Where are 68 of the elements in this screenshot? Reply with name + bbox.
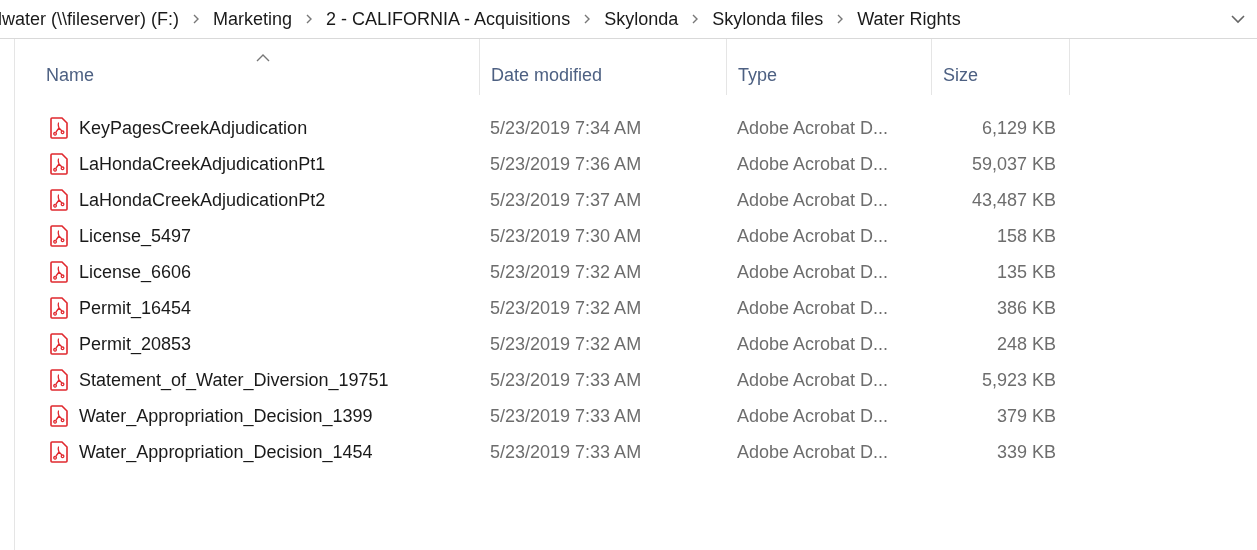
type-cell-text: Adobe Acrobat D...	[736, 296, 890, 320]
type-cell-text: Adobe Acrobat D...	[736, 224, 890, 248]
size-cell-text: 5,923 KB	[980, 368, 1056, 392]
size-cell-text: 135 KB	[995, 260, 1056, 284]
size-cell-text: 6,129 KB	[980, 116, 1056, 140]
file-name[interactable]: License_5497	[79, 222, 192, 250]
breadcrumb-item[interactable]: Skylonda	[604, 5, 679, 33]
pdf-file-icon	[50, 117, 68, 139]
breadcrumb-item[interactable]: Marketing	[213, 5, 293, 33]
file-name[interactable]: LaHondaCreekAdjudicationPt1	[79, 150, 326, 178]
dropdown-icon[interactable]	[1231, 14, 1245, 24]
date-cell-text: 5/23/2019 7:36 AM	[489, 152, 643, 176]
date-cell-text: 5/23/2019 7:33 AM	[489, 404, 643, 428]
chevron-right-icon	[836, 14, 845, 24]
date-cell-text: 5/23/2019 7:33 AM	[489, 440, 643, 464]
date-cell-text: 5/23/2019 7:37 AM	[489, 188, 643, 212]
type-cell-text: Adobe Acrobat D...	[736, 368, 890, 392]
pdf-file-icon	[50, 225, 68, 247]
chevron-right-icon	[691, 14, 700, 24]
type-cell-text: Adobe Acrobat D...	[736, 404, 890, 428]
date-cell-text: 5/23/2019 7:32 AM	[489, 332, 643, 356]
type-cell-text: Adobe Acrobat D...	[736, 188, 890, 212]
pdf-file-icon	[50, 405, 68, 427]
file-name[interactable]: Water_Appropriation_Decision_1399	[79, 402, 373, 430]
date-cell-text: 5/23/2019 7:32 AM	[489, 260, 643, 284]
column-header[interactable]: Date modified	[480, 39, 727, 95]
chevron-right-icon	[192, 14, 200, 24]
chevron-right-icon	[583, 14, 592, 24]
breadcrumb-item[interactable]: lwater (\\fileserver) (F:)	[0, 5, 179, 33]
address-bar[interactable]: lwater (\\fileserver) (F:) Marketing 2 - CALIFORNIA - Acquisitions Skylonda Skylonda files Water Rights	[0, 0, 1257, 39]
type-cell-text: Adobe Acrobat D...	[736, 152, 890, 176]
breadcrumb-item[interactable]: Skylonda files	[712, 5, 824, 33]
file-name[interactable]: Permit_20853	[79, 330, 192, 358]
column-header[interactable]: Size	[932, 39, 1070, 95]
type-cell-text: Adobe Acrobat D...	[736, 440, 890, 464]
column-header[interactable]: Name	[46, 39, 480, 95]
sort-up-icon	[255, 54, 270, 62]
pdf-file-icon	[50, 441, 68, 463]
size-cell-text: 379 KB	[995, 404, 1056, 428]
date-cell-text: 5/23/2019 7:34 AM	[489, 116, 643, 140]
breadcrumb-item[interactable]: 2 - CALIFORNIA - Acquisitions	[326, 5, 571, 33]
size-cell-text: 339 KB	[995, 440, 1056, 464]
column-header[interactable]: Type	[727, 39, 932, 95]
file-name[interactable]: Water_Appropriation_Decision_1454	[79, 438, 373, 466]
pdf-file-icon	[50, 369, 68, 391]
pdf-file-icon	[50, 189, 68, 211]
size-cell-text: 386 KB	[995, 296, 1056, 320]
type-cell-text: Adobe Acrobat D...	[736, 116, 890, 140]
size-cell-text: 59,037 KB	[970, 152, 1056, 176]
file-name[interactable]: LaHondaCreekAdjudicationPt2	[79, 186, 326, 214]
pdf-file-icon	[50, 153, 68, 175]
breadcrumb-item[interactable]: Water Rights	[857, 5, 961, 33]
pdf-file-icon	[50, 261, 68, 283]
type-cell-text: Adobe Acrobat D...	[736, 332, 890, 356]
file-name[interactable]: Statement_of_Water_Diversion_19751	[79, 366, 389, 394]
size-cell-text: 43,487 KB	[970, 188, 1056, 212]
file-name[interactable]: KeyPagesCreekAdjudication	[79, 114, 308, 142]
file-name[interactable]: License_6606	[79, 258, 192, 286]
chevron-right-icon	[305, 14, 314, 24]
file-name[interactable]: Permit_16454	[79, 294, 192, 322]
pdf-file-icon	[50, 297, 68, 319]
size-cell-text: 248 KB	[995, 332, 1056, 356]
date-cell-text: 5/23/2019 7:33 AM	[489, 368, 643, 392]
pdf-file-icon	[50, 333, 68, 355]
date-cell-text: 5/23/2019 7:32 AM	[489, 296, 643, 320]
type-cell-text: Adobe Acrobat D...	[736, 260, 890, 284]
date-cell-text: 5/23/2019 7:30 AM	[489, 224, 643, 248]
size-cell-text: 158 KB	[995, 224, 1056, 248]
